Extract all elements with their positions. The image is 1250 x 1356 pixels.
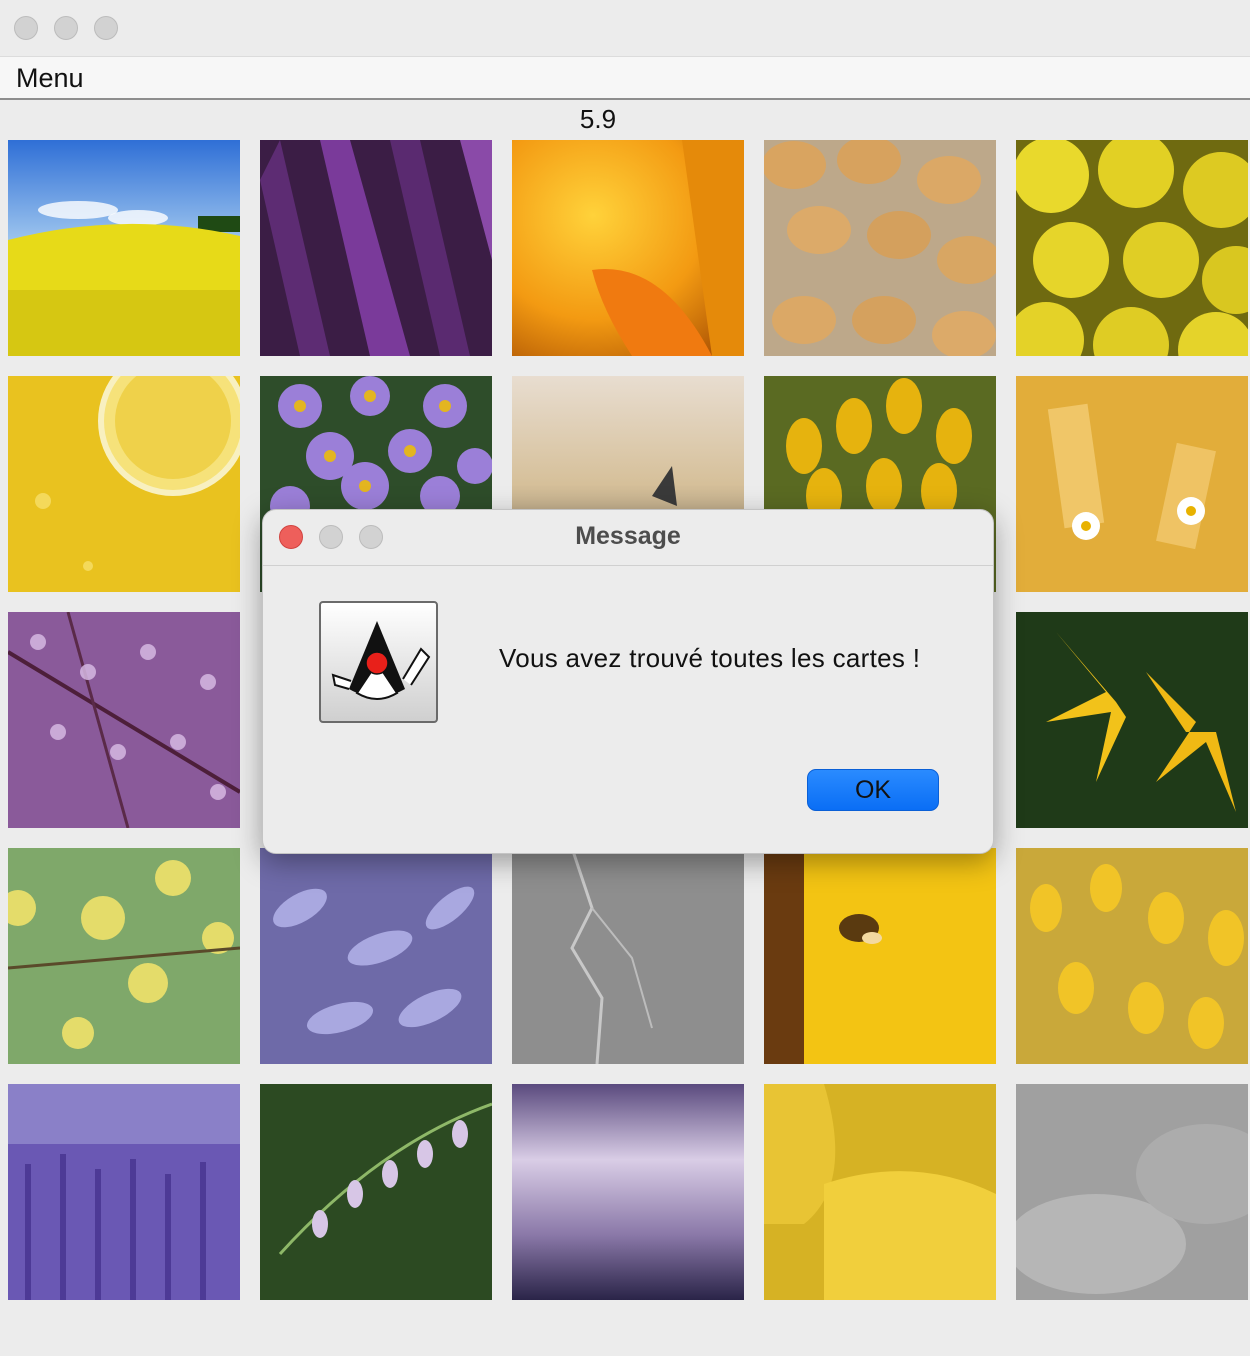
card-green-apples[interactable] [8, 848, 240, 1064]
window-titlebar [0, 0, 1250, 57]
java-duke-icon [319, 601, 438, 723]
close-window-button[interactable] [14, 16, 38, 40]
menu-bar: Menu [0, 57, 1250, 100]
card-misty-valley[interactable] [512, 1084, 744, 1300]
card-violet-petals[interactable] [260, 848, 492, 1064]
card-yellow-tulip-closeup[interactable] [764, 1084, 996, 1300]
card-purple-water-drops[interactable] [8, 612, 240, 828]
card-grey-flower[interactable] [1016, 1084, 1248, 1300]
score-label: 5.9 [579, 104, 617, 134]
dialog-title: Message [575, 522, 681, 550]
card-lemon-slice[interactable] [8, 376, 240, 592]
card-yellow-lilies[interactable] [1016, 612, 1248, 828]
zoom-window-button[interactable] [94, 16, 118, 40]
card-lemons[interactable] [1016, 140, 1248, 356]
ok-button[interactable]: OK [807, 769, 939, 811]
dialog-message: Vous avez trouvé toutes les cartes ! [499, 643, 921, 673]
dialog-titlebar: Message [263, 510, 993, 566]
card-rapeseed-field[interactable] [8, 140, 240, 356]
card-lightning[interactable] [512, 848, 744, 1064]
menu-item[interactable]: Menu [16, 63, 84, 94]
card-pasta-daisies[interactable] [1016, 376, 1248, 592]
card-bee-sunflower[interactable] [764, 848, 996, 1064]
card-lavender[interactable] [8, 1084, 240, 1300]
card-almonds[interactable] [764, 140, 996, 356]
card-bellflowers[interactable] [260, 1084, 492, 1300]
message-dialog: Message Vous avez trouvé toutes les cart… [262, 509, 994, 854]
card-purple-feathers[interactable] [260, 140, 492, 356]
card-orange-flower[interactable] [512, 140, 744, 356]
card-yellow-tulips[interactable] [1016, 848, 1248, 1064]
minimize-window-button[interactable] [54, 16, 78, 40]
